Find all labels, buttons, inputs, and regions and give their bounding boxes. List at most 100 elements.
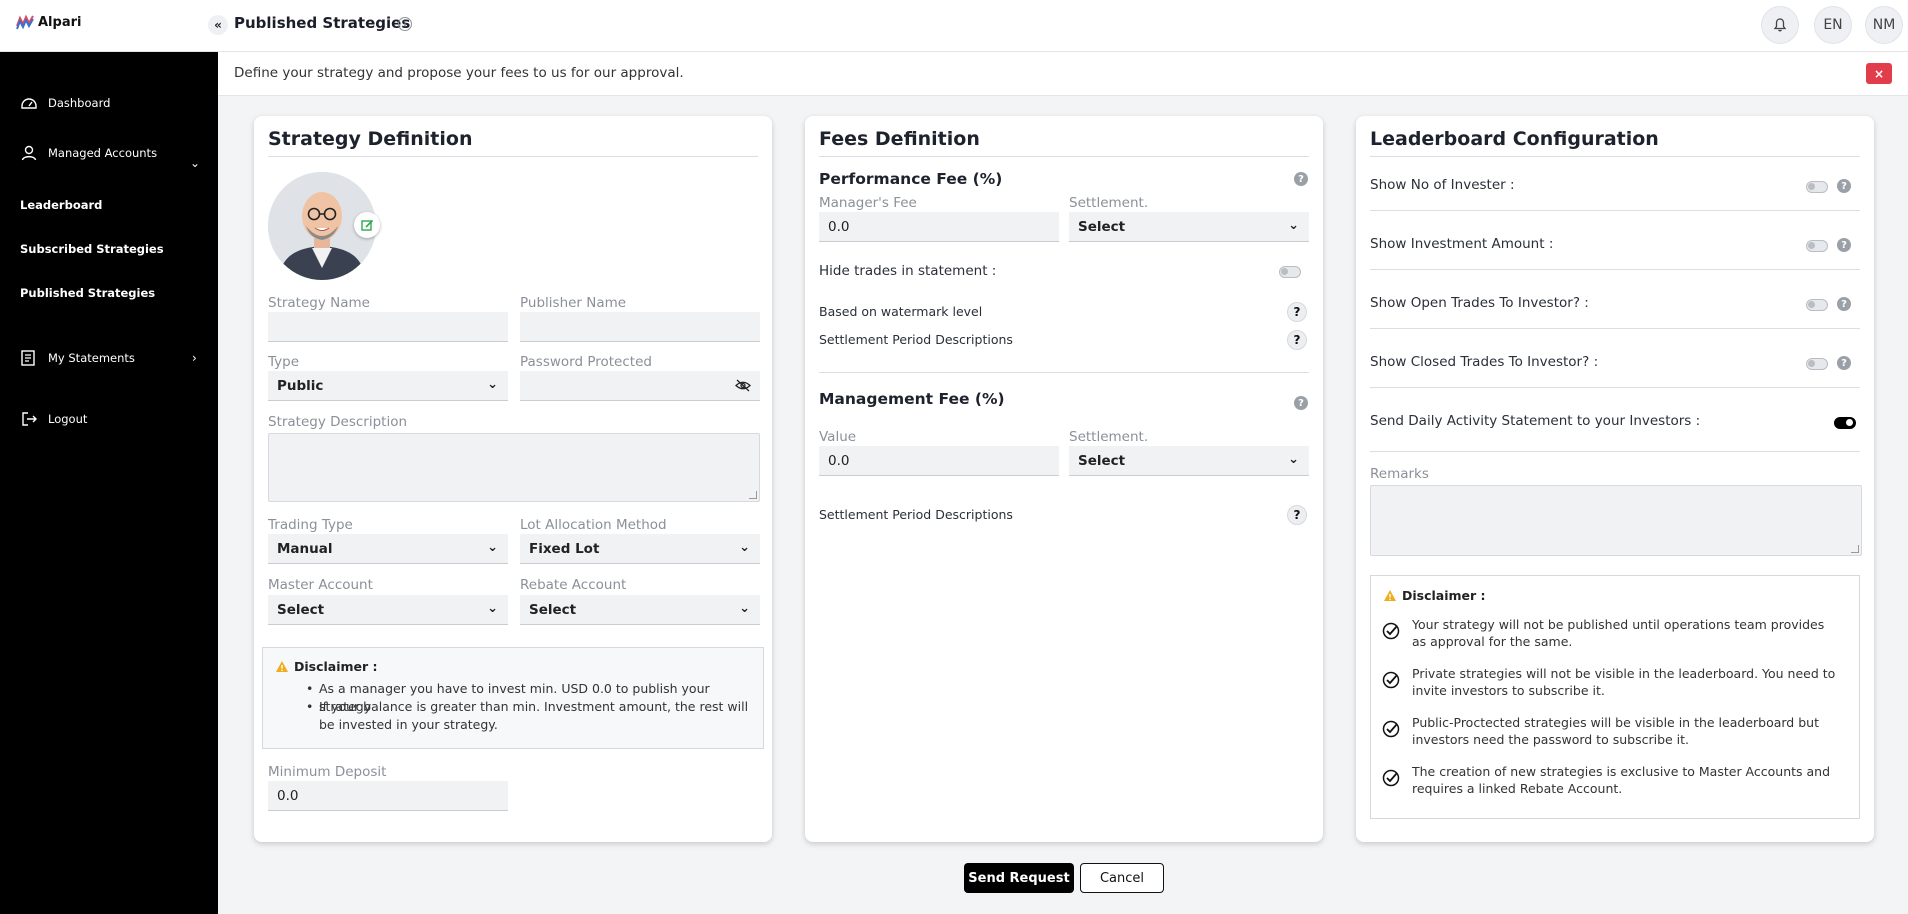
strategy-description-input[interactable] bbox=[268, 433, 760, 502]
rebate-account-value: Select bbox=[529, 602, 577, 618]
divider bbox=[1370, 328, 1860, 329]
performance-fee-title: Performance Fee (%) bbox=[819, 170, 1003, 188]
eye-off-icon[interactable] bbox=[735, 379, 751, 392]
show-investment-amount-toggle[interactable] bbox=[1806, 240, 1828, 252]
language-button[interactable]: EN bbox=[1814, 6, 1852, 44]
toggle-label: Show Investment Amount : bbox=[1370, 236, 1554, 252]
send-request-button[interactable]: Send Request bbox=[964, 863, 1074, 893]
show-no-of-investor-toggle[interactable] bbox=[1806, 181, 1828, 193]
notice-text: Define your strategy and propose your fe… bbox=[234, 65, 684, 81]
performance-settlement-select[interactable]: Select ⌄ bbox=[1069, 212, 1309, 242]
type-select[interactable]: Public ⌄ bbox=[268, 371, 508, 401]
chevron-down-icon: ⌄ bbox=[487, 377, 498, 392]
close-icon[interactable]: × bbox=[1866, 63, 1892, 84]
check-circle-icon bbox=[1382, 769, 1400, 787]
type-select-value: Public bbox=[277, 378, 324, 394]
collapse-sidebar-button[interactable]: « bbox=[208, 15, 228, 35]
user-avatar-button[interactable]: NM bbox=[1865, 6, 1903, 44]
help-icon[interactable]: ? bbox=[1837, 179, 1851, 193]
toggle-label: Show Closed Trades To Investor? : bbox=[1370, 354, 1599, 370]
hide-trades-label: Hide trades in statement : bbox=[819, 263, 997, 279]
toggle-label: Show Open Trades To Investor? : bbox=[1370, 295, 1589, 311]
managers-fee-input[interactable]: 0.0 bbox=[819, 212, 1059, 242]
publisher-name-label: Publisher Name bbox=[520, 295, 627, 311]
alpari-logo-icon bbox=[16, 14, 34, 30]
rebate-account-select[interactable]: Select ⌄ bbox=[520, 595, 760, 625]
master-account-select[interactable]: Select ⌄ bbox=[268, 595, 508, 625]
leaderboard-disclaimer: Disclaimer : Your strategy will not be p… bbox=[1370, 575, 1860, 819]
divider bbox=[1370, 387, 1860, 388]
help-icon[interactable]: ? bbox=[1287, 330, 1307, 350]
send-daily-statement-toggle[interactable] bbox=[1834, 417, 1856, 429]
help-icon[interactable]: ? bbox=[1837, 297, 1851, 311]
notifications-button[interactable] bbox=[1761, 6, 1799, 44]
divider bbox=[1370, 269, 1860, 270]
minimum-deposit-input[interactable]: 0.0 bbox=[268, 781, 508, 811]
card-title: Leaderboard Configuration bbox=[1370, 128, 1659, 150]
notice-banner: Define your strategy and propose your fe… bbox=[218, 52, 1908, 96]
bell-icon bbox=[1773, 18, 1787, 32]
help-icon[interactable]: ? bbox=[1837, 356, 1851, 370]
settlement-label: Settlement. bbox=[1069, 195, 1149, 211]
disclaimer-item: Your strategy will not be published unti… bbox=[1412, 617, 1825, 649]
chevron-right-icon[interactable]: › bbox=[192, 351, 197, 365]
strategy-name-label: Strategy Name bbox=[268, 295, 370, 311]
performance-settlement-value: Select bbox=[1078, 219, 1126, 235]
disclaimer-item: Public-Proctected strategies will be vis… bbox=[1412, 715, 1819, 747]
value-label: Value bbox=[819, 429, 857, 445]
chevron-down-icon[interactable]: ⌄ bbox=[190, 156, 200, 170]
hide-trades-toggle[interactable] bbox=[1279, 266, 1301, 278]
help-icon[interactable]: ? bbox=[1294, 172, 1308, 186]
page-title: Published Strategies bbox=[234, 14, 411, 32]
cancel-button[interactable]: Cancel bbox=[1080, 863, 1164, 893]
divider bbox=[819, 372, 1309, 373]
edit-photo-button[interactable] bbox=[354, 212, 380, 238]
help-icon[interactable]: ? bbox=[1294, 396, 1308, 410]
trading-type-select[interactable]: Manual ⌄ bbox=[268, 534, 508, 564]
lot-allocation-select[interactable]: Fixed Lot ⌄ bbox=[520, 534, 760, 564]
logo-text: Alpari bbox=[38, 14, 82, 30]
strategy-description-label: Strategy Description bbox=[268, 414, 408, 430]
management-fee-input[interactable]: 0.0 bbox=[819, 446, 1059, 476]
info-icon[interactable]: i bbox=[398, 17, 412, 31]
sidebar-item-published-strategies[interactable]: Published Strategies bbox=[20, 286, 155, 300]
type-label: Type bbox=[268, 354, 300, 370]
card-title: Fees Definition bbox=[819, 128, 980, 150]
sidebar-item-leaderboard[interactable]: Leaderboard bbox=[20, 198, 102, 212]
resize-handle[interactable] bbox=[1851, 545, 1859, 553]
strategy-name-input[interactable] bbox=[268, 312, 508, 342]
disclaimer-heading: Disclaimer : bbox=[1383, 588, 1486, 603]
help-icon[interactable]: ? bbox=[1837, 238, 1851, 252]
sidebar-item-logout[interactable]: Logout bbox=[20, 410, 87, 428]
disclaimer-item: Private strategies will not be visible i… bbox=[1412, 666, 1836, 698]
help-icon[interactable]: ? bbox=[1287, 302, 1307, 322]
leaderboard-configuration-card: Leaderboard Configuration Show No of Inv… bbox=[1356, 116, 1874, 842]
sidebar-item-dashboard[interactable]: Dashboard bbox=[20, 94, 110, 112]
managers-fee-label: Manager's Fee bbox=[819, 195, 917, 211]
remarks-input[interactable] bbox=[1370, 485, 1862, 556]
sidebar-item-label: Logout bbox=[48, 412, 88, 426]
help-icon[interactable]: ? bbox=[1287, 505, 1307, 525]
chevron-down-icon: ⌄ bbox=[739, 540, 750, 555]
publisher-name-input[interactable] bbox=[520, 312, 760, 342]
show-closed-trades-toggle[interactable] bbox=[1806, 358, 1828, 370]
disclaimer-heading: Disclaimer : bbox=[275, 659, 378, 674]
sidebar-item-managed-accounts[interactable]: Managed Accounts bbox=[20, 144, 157, 162]
password-input[interactable] bbox=[520, 371, 760, 401]
chevron-down-icon: ⌄ bbox=[487, 540, 498, 555]
show-open-trades-toggle[interactable] bbox=[1806, 299, 1828, 311]
logo[interactable]: Alpari bbox=[16, 14, 81, 30]
sidebar-item-my-statements[interactable]: My Statements bbox=[20, 349, 135, 367]
management-fee-title: Management Fee (%) bbox=[819, 390, 1005, 408]
resize-handle[interactable] bbox=[749, 491, 757, 499]
sidebar-item-subscribed-strategies[interactable]: Subscribed Strategies bbox=[20, 242, 164, 256]
divider bbox=[1370, 210, 1860, 211]
disclaimer-item: The creation of new strategies is exclus… bbox=[1412, 764, 1831, 796]
divider bbox=[268, 156, 758, 157]
strategy-definition-card: Strategy Definition Strategy Name Publis… bbox=[254, 116, 772, 842]
sidebar-item-label: My Statements bbox=[48, 351, 135, 365]
user-icon bbox=[21, 145, 37, 161]
chevron-down-icon: ⌄ bbox=[487, 601, 498, 616]
lot-allocation-value: Fixed Lot bbox=[529, 541, 600, 557]
management-settlement-select[interactable]: Select ⌄ bbox=[1069, 446, 1309, 476]
